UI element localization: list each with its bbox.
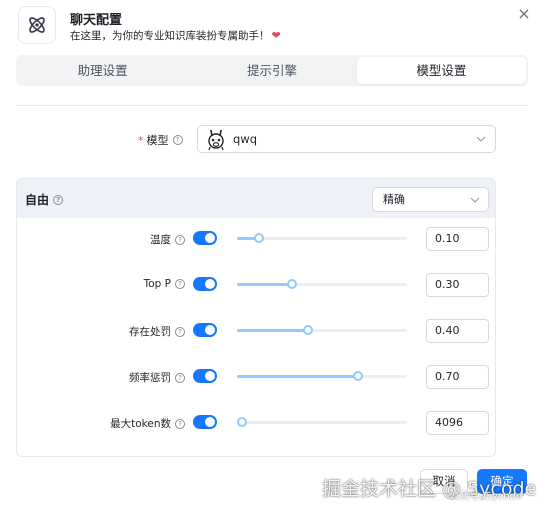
param-label: 最大token数? (110, 416, 185, 431)
param-label: 存在处罚? (129, 324, 185, 339)
param-row: Top P? 0.30 (17, 273, 495, 297)
slider-fill (237, 329, 309, 332)
heart-icon: ❤ (271, 29, 281, 42)
help-icon[interactable]: ? (172, 135, 183, 145)
param-label-text: Top P (143, 278, 171, 290)
cancel-button[interactable]: 取消 (420, 469, 468, 494)
model-select[interactable]: qwq (197, 125, 496, 153)
tab-assistant-settings[interactable]: 助理设置 (18, 57, 187, 84)
param-row: 温度? 0.10 (17, 227, 495, 251)
model-value: qwq (233, 132, 258, 146)
required-mark: * (138, 133, 144, 147)
ok-button[interactable]: 确定 (477, 469, 527, 494)
chevron-down-icon (470, 197, 480, 203)
preset-select[interactable]: 精确 (372, 187, 489, 212)
param-toggle[interactable] (193, 415, 217, 429)
subtitle-text: 在这里，为你的专业知识库装扮专属助手！ (70, 30, 270, 42)
chevron-down-icon (476, 136, 486, 142)
help-icon[interactable]: ? (175, 326, 185, 337)
llama-icon (203, 126, 229, 152)
slider-handle[interactable] (286, 279, 297, 289)
param-value-input[interactable]: 0.40 (426, 319, 489, 343)
param-toggle[interactable] (193, 323, 217, 337)
dialog-subtitle: 在这里，为你的专业知识库装扮专属助手！ ❤ (70, 28, 281, 43)
param-slider[interactable] (237, 233, 407, 243)
help-icon[interactable]: ? (175, 418, 185, 429)
param-label-text: 存在处罚 (129, 326, 171, 338)
dialog-header: 聊天配置 在这里，为你的专业知识库装扮专属助手！ ❤ × (18, 6, 538, 48)
param-toggle[interactable] (193, 277, 217, 291)
atom-icon (18, 6, 56, 44)
param-value-input[interactable]: 0.70 (426, 365, 489, 389)
dialog-title: 聊天配置 (70, 13, 123, 28)
help-icon[interactable]: ? (175, 234, 185, 245)
divider (16, 105, 528, 106)
param-label: Top P? (144, 278, 185, 290)
slider-handle[interactable] (303, 325, 314, 335)
param-label: 温度? (150, 232, 185, 247)
param-label-text: 频率惩罚 (129, 372, 171, 384)
close-icon[interactable]: × (516, 6, 532, 22)
param-slider[interactable] (237, 371, 407, 381)
slider-handle[interactable] (352, 371, 363, 381)
param-panel: 自由 ? 精确 温度? 0.10 Top P? 0.30 存在处罚? 0.40 频率惩罚? 0… (16, 178, 496, 457)
help-icon[interactable]: ? (175, 372, 185, 383)
param-label-text: 最大token数 (110, 418, 171, 430)
param-slider[interactable] (237, 325, 407, 335)
param-label: 频率惩罚? (129, 370, 185, 385)
panel-title: 自由 ? (25, 191, 64, 208)
help-icon[interactable]: ? (175, 279, 185, 289)
slider-handle[interactable] (253, 233, 264, 243)
param-row: 存在处罚? 0.40 (17, 319, 495, 343)
model-label-text: 模型 (146, 134, 169, 147)
slider-fill (237, 283, 292, 286)
chat-config-dialog: 聊天配置 在这里，为你的专业知识库装扮专属助手！ ❤ × 助理设置 提示引擎 模型… (0, 0, 548, 513)
slider-handle[interactable] (237, 417, 248, 427)
param-slider[interactable] (237, 279, 407, 289)
param-toggle[interactable] (193, 369, 217, 383)
param-toggle[interactable] (193, 231, 217, 245)
model-field-label: * 模型 ? (138, 132, 183, 148)
settings-tabs: 助理设置 提示引擎 模型设置 (16, 55, 528, 86)
param-row: 最大token数? 4096 (17, 411, 495, 435)
panel-header: 自由 ? 精确 (17, 179, 495, 218)
panel-title-text: 自由 (25, 193, 50, 207)
preset-value: 精确 (383, 193, 405, 206)
param-label-text: 温度 (150, 234, 171, 246)
slider-fill (237, 375, 358, 378)
param-value-input[interactable]: 0.10 (426, 227, 489, 251)
tab-model-settings[interactable]: 模型设置 (356, 57, 526, 84)
param-row: 频率惩罚? 0.70 (17, 365, 495, 389)
param-value-input[interactable]: 0.30 (426, 273, 489, 297)
help-icon[interactable]: ? (53, 194, 64, 205)
tab-prompt-engine[interactable]: 提示引擎 (187, 57, 356, 84)
param-value-input[interactable]: 4096 (426, 411, 489, 435)
param-slider[interactable] (237, 417, 407, 427)
